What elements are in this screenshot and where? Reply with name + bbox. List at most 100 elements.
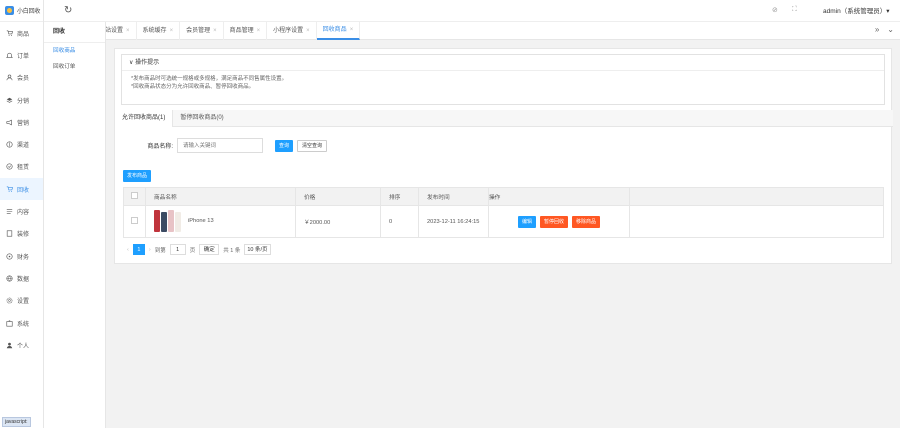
close-icon[interactable]: × xyxy=(170,22,174,40)
nav-item[interactable]: 订单 xyxy=(0,44,43,66)
top-bar: ↻ ⊘ ⛶ admin（系统管理员）▾ xyxy=(44,0,900,22)
close-icon[interactable]: × xyxy=(126,22,130,40)
refresh-icon[interactable]: ↻ xyxy=(64,5,72,16)
col-filler xyxy=(629,187,884,206)
actions-cell: 编辑 暂停回收 移除商品 xyxy=(488,205,630,238)
nav-item[interactable]: 个人 xyxy=(0,334,43,356)
bell-icon xyxy=(6,52,13,58)
person-icon xyxy=(6,342,13,349)
search-label: 商品名称: xyxy=(147,144,173,150)
tab-paused-recycle[interactable]: 暂停回收商品(0) xyxy=(173,110,230,127)
remove-product-button[interactable]: 移除商品 xyxy=(572,215,601,228)
nav-item[interactable]: 营销 xyxy=(0,111,43,133)
nav-item-label: 系统 xyxy=(17,321,30,328)
page-tab-label: 会员管理 xyxy=(186,27,211,34)
row-filler xyxy=(629,205,884,238)
cart-icon xyxy=(6,30,13,36)
page-tab[interactable]: 小程序设置 × xyxy=(267,21,317,40)
select-all-checkbox[interactable] xyxy=(131,192,138,199)
col-price: 价格 xyxy=(295,187,381,206)
select-all-checkbox-cell xyxy=(123,187,146,206)
tip-panel: ∨ 操作提示 *发布商品时可选统一规格或多规格，满足商品不同售属性设置。 *回收… xyxy=(121,54,885,105)
nav-item-label: 商品 xyxy=(17,31,30,38)
product-price: ￥2000.00 xyxy=(295,205,381,238)
page-icon xyxy=(6,230,13,237)
nav-item-label: 营销 xyxy=(17,120,30,127)
query-button[interactable]: 查询 xyxy=(275,139,294,152)
sub-menu-item-recycle-orders[interactable]: 回收订单 xyxy=(44,59,105,75)
tab-allowed-recycle[interactable]: 允许回收商品(1) xyxy=(115,110,174,127)
close-icon[interactable]: × xyxy=(306,22,310,40)
row-checkbox[interactable] xyxy=(131,217,138,224)
nav-item-label: 数据 xyxy=(17,276,30,283)
table-header-row: 商品名称 价格 排序 发布时间 操作 xyxy=(123,187,884,206)
nav-item-label: 回收 xyxy=(17,187,30,194)
product-time: 2023-12-11 16:24:15 xyxy=(418,205,489,238)
cart-icon xyxy=(6,186,13,192)
nav-item[interactable]: 设置 xyxy=(0,290,43,312)
nav-item[interactable]: 装修 xyxy=(0,223,43,245)
nav-item-label: 财务 xyxy=(17,254,30,261)
nav-item[interactable]: 数据 xyxy=(0,267,43,289)
nav-item[interactable]: 内容 xyxy=(0,200,43,222)
next-page-icon[interactable]: › xyxy=(149,247,151,253)
col-name: 商品名称 xyxy=(145,187,296,206)
puzzle-icon xyxy=(6,319,13,327)
fullscreen-icon[interactable]: ⛶ xyxy=(792,6,797,14)
nav-item[interactable]: 财务 xyxy=(0,245,43,267)
product-table: 商品名称 价格 排序 发布时间 操作 iPhone 13 ￥2000.00 0 … xyxy=(123,187,884,238)
logo-icon xyxy=(5,6,14,15)
page-tab-label: 商品管理 xyxy=(229,27,254,34)
close-icon[interactable]: × xyxy=(257,22,261,40)
nav-item[interactable]: 分销 xyxy=(0,89,43,111)
logo[interactable]: 小白回收 xyxy=(0,0,43,22)
sub-menu: 回收 回收商品 回收订单 xyxy=(44,22,106,428)
nav-item[interactable]: 系统 xyxy=(0,312,43,334)
chevron-down-icon[interactable]: ⌄ xyxy=(887,25,894,34)
pause-recycle-button[interactable]: 暂停回收 xyxy=(539,215,568,228)
close-icon[interactable]: × xyxy=(350,21,354,39)
nav-item-label: 渠道 xyxy=(17,143,30,150)
nav-item-label: 个人 xyxy=(17,343,30,350)
edit-button[interactable]: 编辑 xyxy=(517,215,536,228)
status-tabs: 允许回收商品(1) 暂停回收商品(0) xyxy=(115,110,893,127)
user-menu[interactable]: admin（系统管理员）▾ xyxy=(823,5,889,15)
megaphone-icon xyxy=(6,119,12,126)
nav-item[interactable]: 商品 xyxy=(0,22,43,44)
page-number[interactable]: 1 xyxy=(132,244,145,255)
page-tab-label: 小程序设置 xyxy=(273,27,304,34)
page-size-select[interactable]: 10 条/页 xyxy=(244,244,271,255)
goto-page-input[interactable]: 1 xyxy=(169,244,186,255)
goto-label: 到第 xyxy=(154,247,166,254)
sub-menu-item-recycle-goods[interactable]: 回收商品 xyxy=(44,43,105,59)
nav-item[interactable]: 渠道 xyxy=(0,133,43,155)
clear-query-button[interactable]: 清空查询 xyxy=(297,139,328,152)
page-tab[interactable]: 回收商品 × xyxy=(316,21,361,40)
tabs-scroll-right-icon[interactable]: » xyxy=(875,25,879,34)
nav-item[interactable]: 回收 xyxy=(0,178,43,201)
page-tab-label: 系统缓存 xyxy=(142,27,167,34)
nav-item-label: 订单 xyxy=(17,53,30,60)
tag-icon[interactable]: ⊘ xyxy=(772,6,778,14)
status-bar-url: javascript: xyxy=(2,417,31,427)
tip-header[interactable]: ∨ 操作提示 xyxy=(122,55,884,71)
publish-product-button[interactable]: 发布商品 xyxy=(123,170,152,182)
close-icon[interactable]: × xyxy=(213,22,217,40)
text-icon xyxy=(6,209,13,214)
page-tab[interactable]: 会员管理 × xyxy=(180,21,224,40)
nav-item-label: 设置 xyxy=(17,299,30,306)
product-sort: 0 xyxy=(380,205,419,238)
nav-item[interactable]: 会员 xyxy=(0,67,43,89)
table-row: iPhone 13 ￥2000.00 0 2023-12-11 16:24:15… xyxy=(123,205,884,238)
page-tab[interactable]: 系统缓存 × xyxy=(137,21,181,40)
prev-page-icon[interactable]: ‹ xyxy=(127,247,129,253)
row-checkbox-cell xyxy=(123,205,146,238)
page-tab[interactable]: 商品管理 × xyxy=(224,21,268,40)
gear-icon xyxy=(6,297,13,304)
nav-item[interactable]: 租赁 xyxy=(0,156,43,178)
nav-item-label: 会员 xyxy=(17,76,30,83)
goto-confirm-button[interactable]: 确定 xyxy=(199,244,220,255)
nav-item-label: 分销 xyxy=(17,98,30,105)
chevron-down-icon: ∨ xyxy=(129,60,134,66)
search-input[interactable] xyxy=(177,138,263,153)
